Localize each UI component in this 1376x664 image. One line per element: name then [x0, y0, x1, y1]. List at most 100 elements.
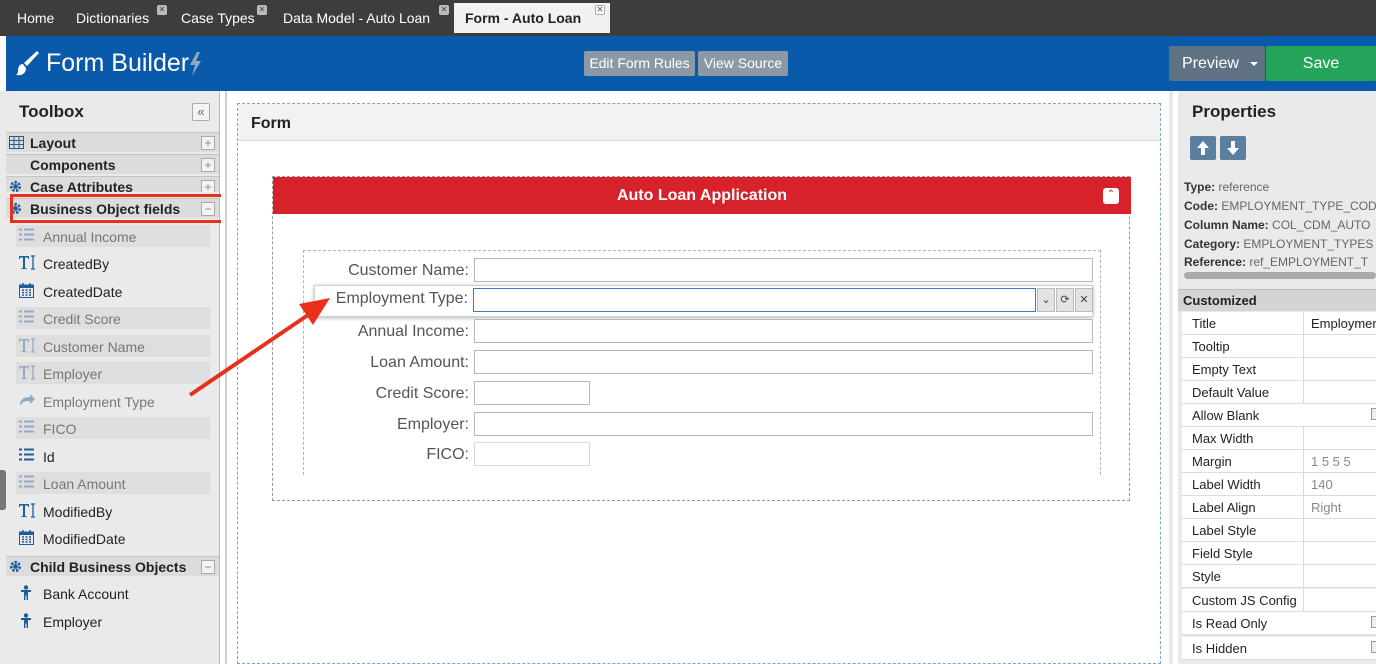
prop-row-title[interactable]: Title Employmen [1182, 312, 1376, 335]
allow-blank-checkbox[interactable] [1371, 408, 1376, 420]
prop-name: Max Width [1192, 431, 1254, 446]
prop-row-custom-js-config[interactable]: Custom JS Config [1182, 589, 1376, 612]
prop-value[interactable] [1303, 335, 1376, 358]
prop-row-is-read-only[interactable]: Is Read Only [1182, 612, 1376, 635]
prop-value[interactable]: 1 5 5 5 [1303, 450, 1376, 473]
customer-name-label: Customer Name: [348, 262, 469, 279]
prop-row-margin[interactable]: Margin 1 5 5 5 [1182, 450, 1376, 473]
field-createdby[interactable]: CreatedBy [16, 252, 210, 274]
field-employment-type[interactable]: Employment Type [16, 390, 210, 412]
prop-name: Is Hidden [1192, 641, 1247, 656]
field-annual-income[interactable]: Annual Income [16, 225, 210, 247]
close-icon[interactable]: ✕ [157, 5, 167, 15]
expand-icon[interactable]: + [201, 158, 215, 172]
properties-panel: Properties Type: reference Code: EMPLOYM… [1178, 91, 1376, 664]
properties-title: Properties [1192, 102, 1277, 121]
info-key: Code: [1184, 199, 1218, 213]
fieldset-auto-loan[interactable]: Auto Loan Application ⌃ Customer Name: E… [272, 176, 1131, 501]
fico-input[interactable] [474, 442, 590, 466]
prop-value[interactable]: Employmen [1303, 312, 1376, 335]
tab-data-model[interactable]: Data Model - Auto Loan ✕ [272, 3, 453, 33]
chevron-down-icon[interactable]: ⌄ [1037, 288, 1055, 312]
child-employer[interactable]: Employer [16, 610, 210, 632]
prop-value[interactable] [1303, 381, 1376, 404]
brush-icon [16, 50, 40, 78]
credit-score-input[interactable] [474, 381, 590, 405]
save-button[interactable]: Save [1266, 46, 1376, 81]
prop-row-max-width[interactable]: Max Width [1182, 427, 1376, 450]
prop-row-field-style[interactable]: Field Style [1182, 542, 1376, 565]
prop-name: Field Style [1192, 546, 1253, 561]
employer-label: Employer: [396, 416, 469, 433]
close-icon[interactable]: ✕ [595, 5, 605, 15]
chevron-down-icon[interactable] [1250, 62, 1258, 66]
field-id[interactable]: Id [16, 445, 210, 467]
edit-form-rules-button[interactable]: Edit Form Rules [584, 51, 695, 76]
prop-row-empty-text[interactable]: Empty Text [1182, 358, 1376, 381]
close-icon[interactable]: ✕ [257, 5, 267, 15]
tab-dictionaries[interactable]: Dictionaries ✕ [65, 3, 173, 33]
annual-income-input[interactable] [474, 319, 1093, 343]
section-case-attributes[interactable]: Case Attributes + [6, 176, 219, 192]
close-icon[interactable]: ✕ [439, 5, 449, 15]
prop-value[interactable] [1303, 589, 1376, 612]
prop-row-label-width[interactable]: Label Width 140 [1182, 473, 1376, 496]
field-customer-name[interactable]: Customer Name [16, 335, 210, 357]
resize-handle[interactable] [0, 470, 6, 510]
customized-section[interactable]: Customized [1178, 289, 1376, 311]
splitter-right[interactable] [1169, 91, 1173, 664]
prop-row-style[interactable]: Style [1182, 565, 1376, 588]
field-modifieddate[interactable]: ModifiedDate [16, 527, 210, 549]
tab-form-auto-loan[interactable]: Form - Auto Loan ✕ [454, 3, 610, 33]
loan-amount-input[interactable] [474, 350, 1093, 374]
prop-name: Custom JS Config [1192, 593, 1297, 608]
prop-value[interactable]: Right [1303, 496, 1376, 519]
prop-row-default-value[interactable]: Default Value [1182, 381, 1376, 404]
close-icon[interactable]: ✕ [1075, 288, 1093, 312]
horizontal-scrollbar[interactable] [1184, 272, 1376, 279]
view-source-button[interactable]: View Source [698, 51, 788, 76]
prop-row-allow-blank[interactable]: Allow Blank [1182, 404, 1376, 427]
lightning-icon [188, 52, 202, 76]
tab-case-types[interactable]: Case Types ✕ [170, 3, 272, 33]
refresh-icon[interactable]: ⟳ [1056, 288, 1074, 312]
prop-name: Empty Text [1192, 362, 1257, 377]
prop-value[interactable] [1303, 565, 1376, 588]
read-only-checkbox[interactable] [1371, 616, 1376, 628]
employment-type-input[interactable] [473, 288, 1036, 312]
field-modifiedby[interactable]: ModifiedBy [16, 500, 210, 522]
field-employer[interactable]: Employer [16, 362, 210, 384]
arrow-up-icon[interactable] [1190, 136, 1216, 160]
employment-type-field[interactable]: Employment Type: ⌄ ⟳ ✕ [314, 285, 1093, 317]
prop-value[interactable] [1303, 542, 1376, 565]
arrow-down-icon[interactable] [1220, 136, 1246, 160]
section-layout[interactable]: Layout + [6, 132, 219, 152]
prop-row-label-style[interactable]: Label Style [1182, 519, 1376, 542]
field-credit-score[interactable]: Credit Score [16, 307, 210, 329]
prop-row-label-align[interactable]: Label Align Right [1182, 496, 1376, 519]
prop-row-tooltip[interactable]: Tooltip [1182, 335, 1376, 358]
prop-row-is-hidden[interactable]: Is Hidden [1182, 637, 1376, 660]
prop-value[interactable] [1303, 519, 1376, 542]
section-child-business-objects[interactable]: Child Business Objects − [6, 556, 219, 576]
prop-value[interactable]: 140 [1303, 473, 1376, 496]
expand-icon[interactable]: + [201, 180, 215, 192]
field-fico[interactable]: FICO [16, 417, 210, 439]
customer-name-input[interactable] [474, 258, 1093, 282]
field-loan-amount[interactable]: Loan Amount [16, 472, 210, 494]
expand-icon[interactable]: + [201, 136, 215, 150]
field-createddate[interactable]: CreatedDate [16, 280, 210, 302]
info-key: Reference: [1184, 255, 1247, 269]
child-bank-account[interactable]: Bank Account [16, 582, 210, 604]
section-components[interactable]: Components + [6, 154, 219, 174]
hidden-checkbox[interactable] [1371, 641, 1376, 653]
prop-value[interactable] [1303, 427, 1376, 450]
collapse-icon[interactable]: − [201, 560, 215, 574]
collapse-toolbox-icon[interactable]: « [192, 103, 210, 121]
tab-home[interactable]: Home [6, 3, 66, 33]
field-label: CreatedDate [43, 284, 123, 300]
splitter-left[interactable] [225, 91, 227, 664]
prop-value[interactable] [1303, 358, 1376, 381]
collapse-up-icon[interactable]: ⌃ [1103, 188, 1119, 204]
employer-input[interactable] [474, 412, 1093, 436]
